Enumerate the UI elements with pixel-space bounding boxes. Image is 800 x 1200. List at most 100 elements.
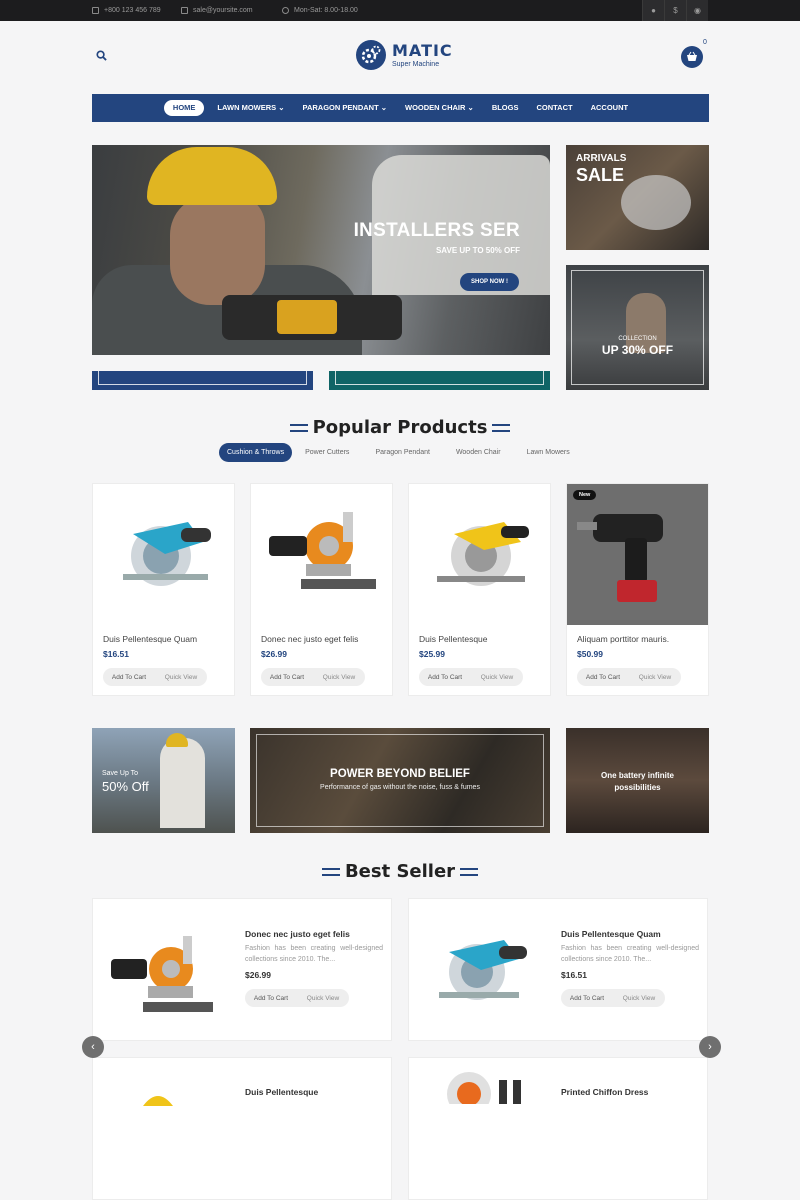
banner-headline: 50% Off [102, 779, 149, 794]
nav-lawn-mowers[interactable]: LAWN MOWERS ⌄ [208, 100, 293, 116]
product-image [143, 1096, 173, 1106]
product-price: $16.51 [103, 649, 129, 659]
add-to-cart-button[interactable]: Add To Cart [245, 995, 297, 1002]
logo-name: MATIC [392, 40, 453, 60]
quick-view-button[interactable]: Quick View [629, 674, 681, 681]
best-seller-item[interactable]: Donec nec justo eget felis Fashion has b… [92, 898, 392, 1041]
teal-promo-strip[interactable] [329, 371, 550, 390]
blue-promo-strip[interactable] [92, 371, 313, 390]
tab-cushion-throws[interactable]: Cushion & Throws [219, 443, 293, 462]
main-navigation: HOME LAWN MOWERS ⌄ PARAGON PENDANT ⌄ WOO… [92, 94, 709, 122]
phone-icon [92, 7, 99, 14]
site-logo[interactable]: MATIC Super Machine [356, 40, 453, 70]
title-ornament-left [321, 868, 340, 876]
hours-text: Mon-Sat: 8.00-18.00 [294, 7, 358, 14]
product-price: $16.51 [561, 970, 587, 980]
add-to-cart-button[interactable]: Add To Cart [261, 674, 313, 681]
tab-power-cutters[interactable]: Power Cutters [292, 443, 362, 462]
shop-now-button[interactable]: SHOP NOW ! [460, 273, 519, 291]
search-icon[interactable] [96, 50, 107, 61]
email-info: sale@yoursite.com [181, 0, 253, 21]
product-card[interactable]: Duis Pellentesque Quam $16.51 Add To Car… [92, 483, 235, 696]
hero-title: INSTALLERS SER [353, 220, 520, 241]
nav-home[interactable]: HOME [163, 100, 205, 116]
product-name[interactable]: Duis Pellentesque [245, 1087, 318, 1097]
banner-label: COLLECTION [618, 336, 657, 342]
product-price: $50.99 [577, 649, 603, 659]
product-name[interactable]: Printed Chiffon Dress [561, 1087, 648, 1097]
hero-subtitle: SAVE UP TO 50% OFF [435, 246, 520, 255]
product-card[interactable]: Duis Pellentesque $25.99 Add To Cart Qui… [408, 483, 551, 696]
worker-image [160, 738, 205, 828]
best-seller-item[interactable]: Duis Pellentesque [92, 1057, 392, 1200]
product-actions: Add To Cart Quick View [103, 668, 207, 686]
product-actions: Add To Cart Quick View [245, 989, 349, 1007]
quick-view-button[interactable]: Quick View [471, 674, 523, 681]
product-name[interactable]: Duis Pellentesque [419, 634, 488, 644]
battery-banner[interactable]: One battery infinite possibilities [566, 728, 709, 833]
banner-label: Save Up To [102, 770, 139, 777]
nav-wooden-chair[interactable]: WOODEN CHAIR ⌄ [396, 100, 483, 116]
power-beyond-belief-banner[interactable]: POWER BEYOND BELIEF Performance of gas w… [250, 728, 550, 833]
product-description: Fashion has been creating well-designed … [561, 945, 699, 963]
add-to-cart-button[interactable]: Add To Cart [577, 674, 629, 681]
account-button[interactable]: ● [642, 0, 664, 21]
quick-view-button[interactable]: Quick View [297, 995, 349, 1002]
hardhat-image [166, 733, 188, 747]
add-to-cart-button[interactable]: Add To Cart [419, 674, 471, 681]
add-to-cart-button[interactable]: Add To Cart [561, 995, 613, 1002]
arrivals-sale-banner[interactable]: ARRIVALS SALE [566, 145, 709, 250]
tab-paragon-pendant[interactable]: Paragon Pendant [362, 443, 443, 462]
currency-button[interactable]: $ [664, 0, 686, 21]
quick-view-button[interactable]: Quick View [155, 674, 207, 681]
nav-paragon-pendant[interactable]: PARAGON PENDANT ⌄ [294, 100, 396, 116]
hours-info: Mon-Sat: 8.00-18.00 [282, 0, 358, 21]
banner-headline: One battery infinite possibilities [601, 771, 674, 792]
carousel-prev-button[interactable]: ‹ [82, 1036, 104, 1058]
gear-logo-icon [356, 40, 386, 70]
product-name[interactable]: Duis Pellentesque Quam [561, 929, 661, 939]
quick-view-button[interactable]: Quick View [313, 674, 365, 681]
circular-saw-image [123, 522, 211, 586]
best-seller-item[interactable]: Printed Chiffon Dress [408, 1057, 708, 1200]
product-name[interactable]: Donec nec justo eget felis [261, 634, 358, 644]
add-to-cart-button[interactable]: Add To Cart [103, 674, 155, 681]
tab-wooden-chair[interactable]: Wooden Chair [443, 443, 514, 462]
phone-info: +800 123 456 789 [92, 0, 161, 21]
title-ornament-right [492, 424, 511, 432]
cart-button[interactable] [681, 46, 703, 68]
globe-icon: ◉ [694, 6, 701, 15]
hero-banner[interactable]: INSTALLERS SER SAVE UP TO 50% OFF SHOP N… [92, 145, 550, 355]
collection-banner[interactable]: COLLECTION UP 30% OFF [566, 265, 709, 390]
cordless-drill-image [567, 484, 708, 625]
product-name[interactable]: Donec nec justo eget felis [245, 929, 350, 939]
save-up-to-banner[interactable]: Save Up To 50% Off [92, 728, 235, 833]
clock-icon [282, 7, 289, 14]
banner-frame [571, 270, 704, 385]
product-actions: Add To Cart Quick View [577, 668, 681, 686]
popular-products-heading: Popular Products [0, 417, 800, 438]
carousel-next-button[interactable]: › [699, 1036, 721, 1058]
product-card[interactable]: Donec nec justo eget felis $26.99 Add To… [250, 483, 393, 696]
best-seller-item[interactable]: Duis Pellentesque Quam Fashion has been … [408, 898, 708, 1041]
email-text[interactable]: sale@yoursite.com [193, 7, 253, 14]
quick-view-button[interactable]: Quick View [613, 995, 665, 1002]
chevron-left-icon: ‹ [91, 1041, 95, 1053]
product-name[interactable]: Duis Pellentesque Quam [103, 634, 197, 644]
logo-tagline: Super Machine [392, 60, 440, 68]
product-name[interactable]: Aliquam porttitor mauris. [577, 634, 669, 644]
nav-blogs[interactable]: BLOGS [483, 100, 528, 116]
language-button[interactable]: ◉ [686, 0, 708, 21]
banner-headline: POWER BEYOND BELIEF [330, 768, 470, 780]
user-icon: ● [651, 6, 656, 15]
nav-contact[interactable]: CONTACT [527, 100, 581, 116]
basket-icon [687, 51, 697, 61]
tab-lawn-mowers[interactable]: Lawn Mowers [514, 443, 583, 462]
miter-saw-image [111, 936, 213, 1012]
drill-body-image [277, 300, 337, 334]
currency-icon: $ [673, 6, 678, 15]
nav-account[interactable]: ACCOUNT [582, 100, 638, 116]
product-card[interactable]: New Aliquam porttitor mauris. $50.99 Add… [566, 483, 709, 696]
product-price: $26.99 [261, 649, 287, 659]
product-actions: Add To Cart Quick View [561, 989, 665, 1007]
